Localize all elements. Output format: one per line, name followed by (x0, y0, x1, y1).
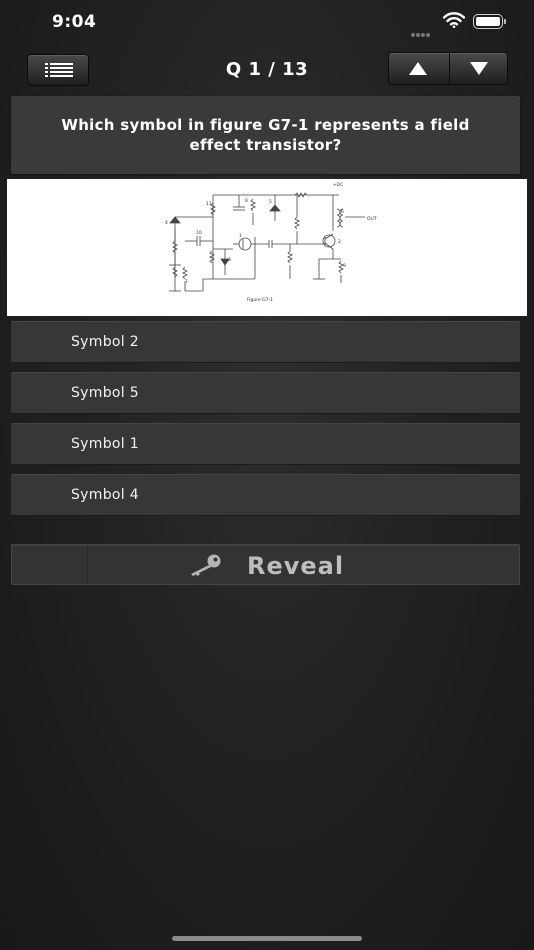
answer-option-label: Symbol 1 (71, 436, 139, 452)
figure-caption: Figure G7-1 (247, 297, 273, 303)
answer-option-4[interactable]: Symbol 4 (11, 474, 520, 516)
answer-option-label: Symbol 4 (71, 487, 139, 503)
label-10: 10 (196, 230, 202, 236)
reveal-button[interactable]: Reveal (11, 544, 520, 585)
question-text: Which symbol in figure G7-1 represents a… (61, 116, 470, 154)
label-8: 8 (245, 198, 248, 204)
answer-option-3[interactable]: Symbol 1 (11, 423, 520, 465)
arrow-down-icon (470, 62, 488, 75)
label-4: 4 (165, 220, 168, 226)
wifi-icon (442, 12, 466, 32)
nav-bar: Q 1 / 13 (0, 48, 534, 94)
question-navigation (388, 52, 508, 85)
label-vdc: +DC (333, 182, 343, 188)
battery-icon (473, 14, 506, 29)
question-panel: Which symbol in figure G7-1 represents a… (11, 96, 520, 174)
key-icon (191, 554, 221, 576)
answer-option-label: Symbol 2 (71, 334, 139, 350)
label-3: 3 (228, 257, 231, 263)
label-2: 2 (338, 239, 341, 245)
answer-option-1[interactable]: Symbol 2 (11, 321, 520, 363)
answer-option-label: Symbol 5 (71, 385, 139, 401)
cellular-signal-icon (411, 22, 431, 41)
next-question-button[interactable] (449, 53, 509, 84)
label-9: 9 (343, 263, 346, 269)
label-1: 1 (239, 233, 242, 239)
circuit-figure: +DC OUT 1 2 3 4 5 6 7 8 9 10 11 Figure G… (7, 179, 527, 316)
label-5: 5 (269, 199, 272, 205)
status-time: 9:04 (52, 12, 97, 32)
circuit-schematic: +DC OUT 1 2 3 4 5 6 7 8 9 10 11 Figure G… (165, 182, 377, 303)
status-bar: 9:04 (0, 0, 534, 48)
answer-option-2[interactable]: Symbol 5 (11, 372, 520, 414)
arrow-up-icon (409, 62, 427, 75)
label-11: 11 (206, 201, 212, 207)
home-indicator[interactable] (172, 936, 362, 941)
previous-question-button[interactable] (389, 53, 448, 84)
reveal-label: Reveal (247, 552, 345, 580)
label-out: OUT (367, 216, 377, 222)
label-6: 6 (341, 209, 344, 215)
reveal-divider (87, 545, 88, 584)
label-7: 7 (185, 279, 188, 285)
